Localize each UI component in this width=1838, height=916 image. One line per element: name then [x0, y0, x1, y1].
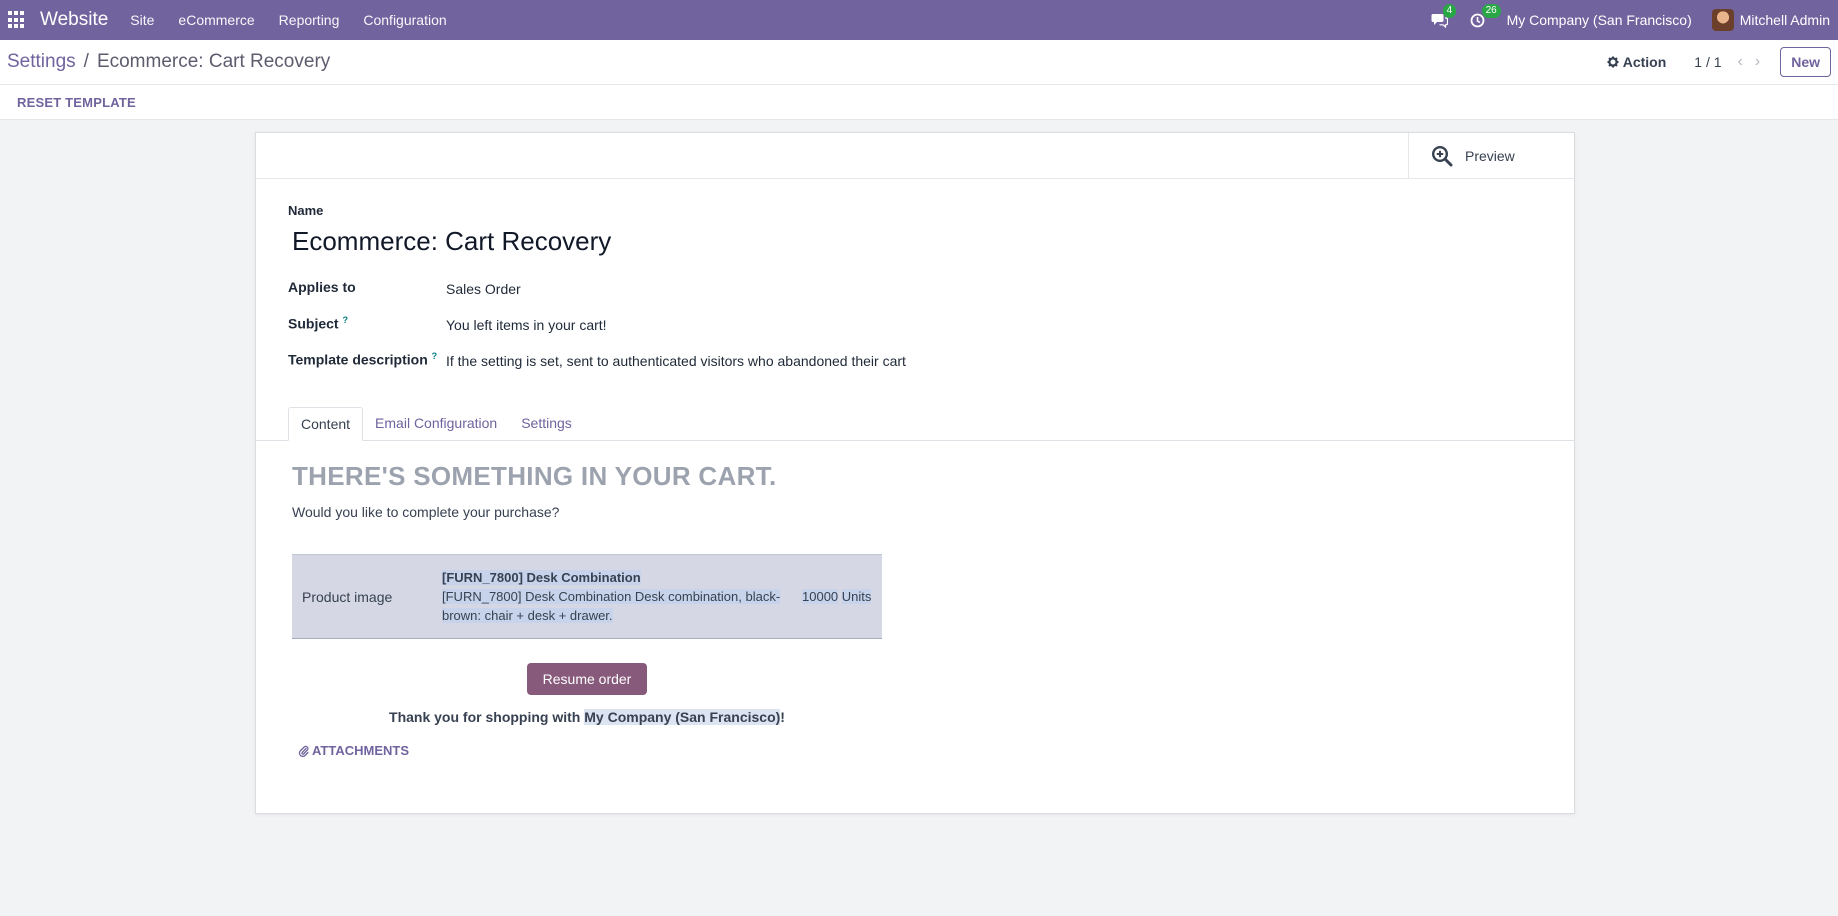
name-label: Name: [288, 203, 324, 218]
thanks-suffix: !: [780, 709, 785, 725]
description-label: Template description: [288, 351, 428, 368]
reset-template-button[interactable]: RESET TEMPLATE: [17, 95, 136, 110]
messaging-menu[interactable]: 4: [1431, 3, 1457, 28]
tab-content[interactable]: Content: [288, 407, 364, 441]
user-name: Mitchell Admin: [1739, 12, 1830, 28]
preview-label: Preview: [1465, 147, 1515, 164]
description-field[interactable]: If the setting is set, sent to authentic…: [446, 351, 906, 369]
mail-body-editor[interactable]: THERE'S SOMETHING IN YOUR CART. Would yo…: [256, 441, 1574, 758]
tab-settings[interactable]: Settings: [509, 407, 584, 440]
applies-to-label: Applies to: [288, 279, 356, 295]
activities-count-badge: 26: [1481, 3, 1501, 18]
breadcrumb-settings[interactable]: Settings: [7, 51, 76, 73]
name-field[interactable]: [292, 226, 992, 257]
action-label: Action: [1622, 54, 1667, 70]
pager-value[interactable]: 1 / 1: [1694, 54, 1721, 70]
thanks-message: Thank you for shopping with My Company (…: [292, 709, 882, 725]
product-image-placeholder: Product image: [302, 588, 393, 605]
messages-count-badge: 4: [1442, 3, 1457, 18]
avatar: [1711, 9, 1734, 31]
breadcrumb-separator: /: [83, 51, 89, 72]
notebook-tabs: Content Email Configuration Settings: [256, 407, 1574, 441]
apps-menu-icon[interactable]: [8, 11, 26, 29]
applies-to-value: Sales Order: [446, 281, 521, 297]
pager-previous-icon[interactable]: ‹: [1738, 53, 1743, 71]
resume-order-button[interactable]: Resume order: [526, 663, 648, 695]
mail-subtitle: Would you like to complete your purchase…: [292, 504, 560, 520]
attachments-button[interactable]: ATTACHMENTS: [298, 743, 1538, 758]
quantity-unit: Units: [841, 589, 872, 604]
menu-configuration[interactable]: Configuration: [363, 12, 446, 28]
tab-email-configuration[interactable]: Email Configuration: [363, 407, 509, 440]
thanks-prefix: Thank you for shopping with: [389, 709, 585, 725]
menu-reporting[interactable]: Reporting: [279, 12, 340, 28]
menu-ecommerce[interactable]: eCommerce: [178, 12, 254, 28]
user-menu[interactable]: Mitchell Admin: [1711, 9, 1830, 31]
gear-icon: [1607, 56, 1619, 68]
quantity-value: 10000: [802, 589, 839, 604]
description-help-tooltip[interactable]: ?: [432, 351, 438, 361]
subject-label: Subject: [288, 315, 339, 332]
product-description: [FURN_7800] Desk Combination [FURN_7800]…: [442, 568, 802, 625]
breadcrumb: Settings / Ecommerce: Cart Recovery: [7, 51, 330, 73]
form-statusbar: RESET TEMPLATE: [0, 85, 1838, 120]
mail-heading: THERE'S SOMETHING IN YOUR CART.: [292, 461, 777, 491]
control-panel: Settings / Ecommerce: Cart Recovery Acti…: [0, 40, 1838, 85]
product-row: Product image [FURN_7800] Desk Combinati…: [292, 554, 882, 639]
preview-button[interactable]: Preview: [1408, 133, 1574, 178]
attachments-label: ATTACHMENTS: [312, 743, 410, 758]
menu-site[interactable]: Site: [130, 12, 154, 28]
app-brand[interactable]: Website: [40, 9, 108, 31]
pager-next-icon[interactable]: ›: [1755, 53, 1760, 71]
activities-menu[interactable]: 26: [1470, 3, 1501, 28]
action-button[interactable]: Action: [1607, 54, 1667, 70]
product-detail: [FURN_7800] Desk Combination Desk combin…: [442, 589, 781, 623]
product-quantity: 10000 Units: [802, 589, 872, 604]
subject-help-tooltip[interactable]: ?: [342, 315, 348, 325]
subject-field[interactable]: You left items in your cart!: [446, 315, 607, 333]
product-name: [FURN_7800] Desk Combination: [442, 570, 641, 585]
top-navbar: Website Site eCommerce Reporting Configu…: [0, 0, 1838, 40]
thanks-company: My Company (San Francisco): [584, 709, 781, 725]
new-button[interactable]: New: [1780, 47, 1831, 77]
zoom-in-icon: [1431, 145, 1453, 166]
button-box: Preview: [256, 133, 1574, 179]
form-sheet: Preview Name Applies to Sales Order Subj…: [255, 132, 1575, 814]
paperclip-icon: [298, 745, 309, 757]
applies-to-row: Applies to Sales Order: [288, 279, 1542, 315]
description-row: Template description ? If the setting is…: [288, 351, 1542, 387]
breadcrumb-current: Ecommerce: Cart Recovery: [96, 51, 331, 72]
company-switcher[interactable]: My Company (San Francisco): [1507, 12, 1692, 28]
form-body: Name Applies to Sales Order Subject ? Yo…: [256, 179, 1574, 387]
subject-row: Subject ? You left items in your cart!: [288, 315, 1542, 351]
